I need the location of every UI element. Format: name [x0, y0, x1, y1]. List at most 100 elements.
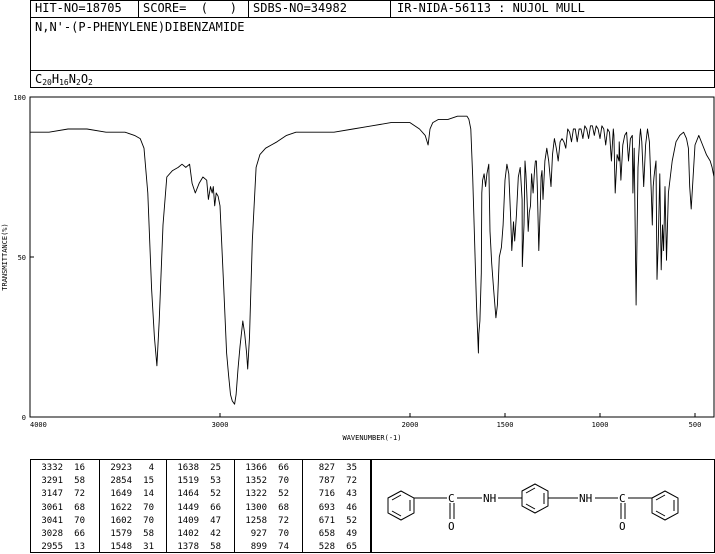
oxygen-label-1: O [448, 520, 455, 533]
formula-element: N [68, 72, 76, 86]
peak-wavenumber: 2854 [110, 476, 132, 487]
peak-wavenumber: 2923 [110, 463, 132, 473]
peak-transmittance: 72 [346, 476, 357, 487]
axis-tick-labels: 4000 3000 2000 1500 1000 500 0 50 100 [13, 94, 701, 429]
amide-nh-label-2: NH [579, 492, 592, 505]
peak-transmittance: 52 [346, 515, 357, 526]
peak-transmittance: 68 [278, 502, 289, 513]
peak-wavenumber: 528 [318, 542, 335, 553]
peak-transmittance: 68 [74, 502, 85, 513]
peak-wavenumber: 827 [318, 463, 335, 473]
x-tick-label: 1500 [497, 421, 514, 429]
plot-frame [29, 96, 715, 418]
x-tick-label: 1000 [592, 421, 609, 429]
peak-row: 1402 42 [169, 528, 221, 541]
peak-row: 1464 52 [169, 488, 221, 501]
peak-transmittance: 13 [74, 542, 85, 553]
peak-row: 671 52 [305, 515, 357, 528]
formula-subscript: 16 [59, 78, 69, 87]
oxygen-label-2: O [619, 520, 626, 533]
header-col-divider-2 [248, 0, 249, 17]
peak-wavenumber: 3291 [41, 476, 63, 487]
header-divider [30, 17, 715, 18]
peak-row: 1449 66 [169, 502, 221, 515]
compound-name: N,N'-(P-PHENYLENE)DIBENZAMIDE [35, 20, 245, 34]
peak-wavenumber: 3147 [41, 489, 63, 500]
peak-wavenumber: 1366 [245, 463, 267, 473]
peak-row: 1622 70 [102, 502, 154, 515]
peak-row: 3291 58 [33, 475, 85, 488]
peak-row: 1638 25 [169, 462, 221, 475]
amide-nh-label-1: NH [483, 492, 496, 505]
peak-transmittance: 66 [74, 529, 85, 540]
peak-wavenumber: 1548 [110, 542, 132, 553]
peak-wavenumber: 1409 [177, 515, 199, 526]
peak-transmittance: 66 [278, 463, 289, 473]
peak-wavenumber: 1638 [177, 463, 199, 473]
peak-column: 2923 4 2854 15 1649 14 1622 70 1602 70 1579 58 1548 3… [102, 462, 154, 554]
peak-col-divider-1 [99, 459, 100, 553]
peak-transmittance: 52 [278, 489, 289, 500]
peak-transmittance: 35 [346, 463, 357, 473]
peak-wavenumber: 3028 [41, 529, 63, 540]
peak-transmittance: 65 [346, 542, 357, 553]
peak-transmittance: 15 [143, 476, 154, 487]
y-tick-label: 50 [18, 254, 26, 262]
peak-wavenumber: 787 [318, 476, 335, 487]
formula-divider [30, 70, 715, 71]
peak-wavenumber: 1300 [245, 502, 267, 513]
peak-wavenumber: 3041 [41, 515, 63, 526]
peak-wavenumber: 693 [318, 502, 335, 513]
peak-transmittance: 52 [210, 489, 221, 500]
peak-row: 1300 68 [237, 502, 289, 515]
peak-row: 1579 58 [102, 528, 154, 541]
peak-transmittance: 42 [210, 529, 221, 540]
peak-row: 787 72 [305, 475, 357, 488]
axis-ticks [29, 96, 696, 418]
peak-wavenumber: 1579 [110, 529, 132, 540]
peak-col-divider-2 [166, 459, 167, 553]
peak-transmittance: 70 [278, 476, 289, 487]
formula-subscript: 20 [42, 78, 52, 87]
peak-row: 3041 70 [33, 515, 85, 528]
peak-row: 827 35 [305, 462, 357, 475]
sdbs-number: SDBS-NO=34982 [253, 1, 347, 15]
chemical-structure: C O NH NH C O [387, 483, 679, 533]
y-tick-label: 100 [13, 94, 26, 102]
peak-transmittance: 70 [143, 515, 154, 526]
peak-row: 1366 66 [237, 462, 289, 475]
carbon-label-1: C [448, 492, 455, 505]
peak-row: 3061 68 [33, 502, 85, 515]
peak-wavenumber: 1258 [245, 515, 267, 526]
peak-row: 2854 15 [102, 475, 154, 488]
peak-transmittance: 58 [210, 542, 221, 553]
spectrum-line [30, 115, 715, 405]
peak-wavenumber: 716 [318, 489, 335, 500]
peak-wavenumber: 899 [250, 542, 267, 553]
hit-number: HIT-NO=18705 [35, 1, 122, 15]
peak-wavenumber: 2955 [41, 542, 63, 553]
peak-transmittance: 53 [210, 476, 221, 487]
peak-transmittance: 16 [74, 463, 85, 473]
peak-column: 827 35 787 72 716 43 693 46 671 52 658 49 528 65 [305, 462, 357, 554]
peak-row: 528 65 [305, 541, 357, 554]
peak-transmittance: 25 [210, 463, 221, 473]
peak-row: 658 49 [305, 528, 357, 541]
y-tick-label: 0 [22, 414, 26, 422]
header-col-divider-1 [138, 0, 139, 17]
peak-wavenumber: 1352 [245, 476, 267, 487]
peak-row: 716 43 [305, 488, 357, 501]
peak-row: 2955 13 [33, 541, 85, 554]
header-table [30, 0, 715, 88]
peak-transmittance: 47 [210, 515, 221, 526]
peak-row: 3028 66 [33, 528, 85, 541]
peak-row: 927 70 [237, 528, 289, 541]
x-tick-label: 3000 [212, 421, 229, 429]
peak-row: 1352 70 [237, 475, 289, 488]
peak-column: 1366 66 1352 70 1322 52 1300 68 1258 72 927 70 899 74 [237, 462, 289, 554]
peak-row: 3147 72 [33, 488, 85, 501]
peak-row: 1409 47 [169, 515, 221, 528]
peak-transmittance: 66 [210, 502, 221, 513]
peak-wavenumber: 1402 [177, 529, 199, 540]
peak-wavenumber: 1602 [110, 515, 132, 526]
